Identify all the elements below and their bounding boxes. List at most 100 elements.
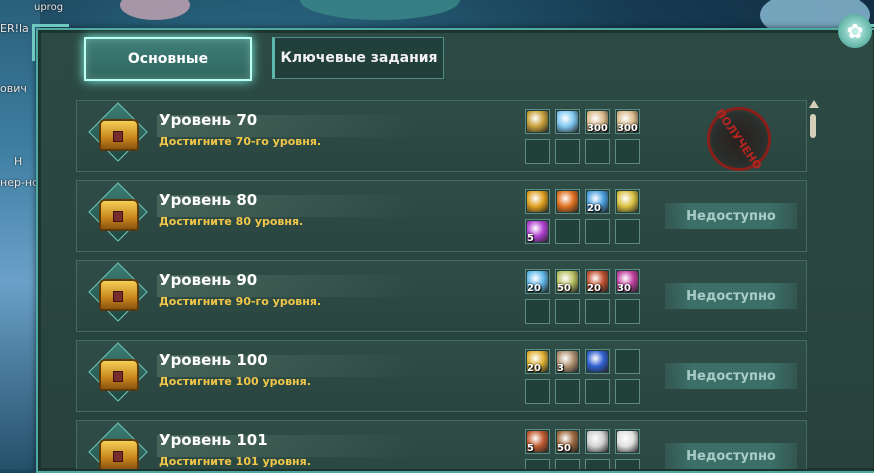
item-quantity: 300 bbox=[587, 123, 608, 134]
treasure-chest-icon[interactable] bbox=[88, 422, 148, 469]
treasure-chest-icon[interactable] bbox=[88, 102, 148, 162]
reward-slot[interactable] bbox=[525, 299, 550, 324]
background-lily-pad bbox=[120, 0, 190, 20]
reward-slot[interactable] bbox=[525, 109, 550, 134]
reward-slot[interactable] bbox=[585, 459, 610, 469]
reward-row: Уровень 100 Достигните 100 уровня. 20 3 Недо… bbox=[76, 340, 807, 412]
item-quantity: 50 bbox=[557, 283, 571, 294]
player-nameplate: Н bbox=[14, 155, 23, 168]
reward-slot[interactable] bbox=[615, 219, 640, 244]
reward-slot[interactable] bbox=[585, 219, 610, 244]
player-nameplate: ович bbox=[0, 82, 27, 95]
reward-slot[interactable] bbox=[585, 379, 610, 404]
panel-corner-ornament bbox=[32, 24, 69, 61]
reward-slot[interactable] bbox=[555, 459, 580, 469]
reward-item-grid: 300 300 bbox=[525, 109, 645, 167]
reward-slot[interactable] bbox=[525, 459, 550, 469]
coin-icon bbox=[617, 431, 638, 452]
reward-slot[interactable]: 20 bbox=[585, 189, 610, 214]
reward-condition-text: Достигните 101 уровня. bbox=[159, 455, 311, 468]
reward-item-grid: 20 3 bbox=[525, 349, 645, 407]
reward-slot[interactable] bbox=[615, 459, 640, 469]
reward-slot[interactable]: 300 bbox=[615, 109, 640, 134]
reward-level-title: Уровень 80 bbox=[159, 191, 258, 209]
reward-slot[interactable]: 50 bbox=[555, 429, 580, 454]
item-quantity: 3 bbox=[557, 363, 564, 374]
reward-slot[interactable] bbox=[615, 139, 640, 164]
reward-slot[interactable]: 5 bbox=[525, 219, 550, 244]
reward-slot[interactable] bbox=[585, 139, 610, 164]
reward-slot[interactable] bbox=[615, 299, 640, 324]
reward-slot[interactable] bbox=[585, 299, 610, 324]
player-nameplate: нер-но bbox=[0, 176, 39, 189]
reward-condition-text: Достигните 90-го уровня. bbox=[159, 295, 322, 308]
unavailable-button[interactable]: Недоступно bbox=[665, 283, 797, 309]
reward-item-grid: 5 50 bbox=[525, 429, 645, 469]
tab-key-quests[interactable]: Ключевые задания bbox=[272, 37, 444, 79]
item-quantity: 5 bbox=[527, 443, 534, 454]
reward-condition-text: Достигните 80 уровня. bbox=[159, 215, 304, 228]
player-nameplate: uprog bbox=[34, 2, 64, 13]
reward-slot[interactable]: 50 bbox=[555, 269, 580, 294]
reward-row: Уровень 70 Достигните 70-го уровня. 300 300… bbox=[76, 100, 807, 184]
reward-slot[interactable]: 20 bbox=[585, 269, 610, 294]
reward-row: Уровень 101 Достигните 101 уровня. 5 50 Недо… bbox=[76, 420, 807, 469]
item-quantity: 300 bbox=[617, 123, 638, 134]
reward-slot[interactable] bbox=[555, 219, 580, 244]
claimed-stamp: ПОЛУЧЕНО bbox=[694, 100, 784, 184]
reward-slot[interactable]: 300 bbox=[585, 109, 610, 134]
reward-level-title: Уровень 100 bbox=[159, 351, 268, 369]
unavailable-button[interactable]: Недоступно bbox=[665, 203, 797, 229]
reward-level-title: Уровень 70 bbox=[159, 111, 258, 129]
tab-main[interactable]: Основные bbox=[84, 37, 252, 81]
reward-condition-text: Достигните 100 уровня. bbox=[159, 375, 311, 388]
unavailable-button[interactable]: Недоступно bbox=[665, 363, 797, 389]
item-quantity: 20 bbox=[587, 283, 601, 294]
reward-slot[interactable] bbox=[585, 349, 610, 374]
reward-slot[interactable] bbox=[555, 189, 580, 214]
level-reward-list: Уровень 70 Достигните 70-го уровня. 300 300… bbox=[76, 100, 807, 469]
reward-level-title: Уровень 101 bbox=[159, 431, 268, 449]
background-lily-pad bbox=[300, 0, 460, 20]
reward-slot[interactable] bbox=[555, 299, 580, 324]
reward-slot[interactable]: 30 bbox=[615, 269, 640, 294]
scroll-up-arrow[interactable] bbox=[809, 100, 819, 108]
reward-slot[interactable] bbox=[585, 429, 610, 454]
treasure-chest-icon[interactable] bbox=[88, 342, 148, 402]
reward-slot[interactable] bbox=[615, 189, 640, 214]
potion-icon bbox=[527, 111, 548, 132]
scroll-thumb[interactable] bbox=[810, 114, 816, 138]
item-quantity: 30 bbox=[617, 283, 631, 294]
crystal-icon bbox=[557, 111, 578, 132]
item-quantity: 50 bbox=[557, 443, 571, 454]
coin-icon bbox=[587, 431, 608, 452]
reward-slot[interactable] bbox=[555, 139, 580, 164]
reward-slot[interactable]: 5 bbox=[525, 429, 550, 454]
close-flower-button[interactable]: ✿ bbox=[838, 14, 872, 48]
unavailable-button[interactable]: Недоступно bbox=[665, 443, 797, 469]
player-nameplate: ER!la bbox=[0, 22, 29, 35]
reward-slot[interactable]: 20 bbox=[525, 269, 550, 294]
reward-slot[interactable] bbox=[615, 379, 640, 404]
reward-condition-text: Достигните 70-го уровня. bbox=[159, 135, 322, 148]
reward-slot[interactable] bbox=[525, 189, 550, 214]
treasure-chest-icon[interactable] bbox=[88, 262, 148, 322]
reward-slot[interactable]: 20 bbox=[525, 349, 550, 374]
reward-slot[interactable] bbox=[555, 379, 580, 404]
reward-level-title: Уровень 90 bbox=[159, 271, 258, 289]
reward-slot[interactable]: 3 bbox=[555, 349, 580, 374]
treasure-chest-icon[interactable] bbox=[88, 182, 148, 242]
scroll-icon bbox=[527, 191, 548, 212]
scrollbar[interactable] bbox=[808, 100, 820, 469]
reward-slot[interactable] bbox=[615, 349, 640, 374]
item-quantity: 5 bbox=[527, 233, 534, 244]
reward-item-grid: 20 5 bbox=[525, 189, 645, 247]
reward-slot[interactable] bbox=[555, 109, 580, 134]
item-quantity: 20 bbox=[527, 363, 541, 374]
reward-slot[interactable] bbox=[525, 379, 550, 404]
parchment-icon bbox=[617, 191, 638, 212]
reward-slot[interactable] bbox=[525, 139, 550, 164]
reward-slot[interactable] bbox=[615, 429, 640, 454]
reward-row: Уровень 90 Достигните 90-го уровня. 20 50 20… bbox=[76, 260, 807, 332]
background-scenery-left bbox=[0, 0, 40, 469]
